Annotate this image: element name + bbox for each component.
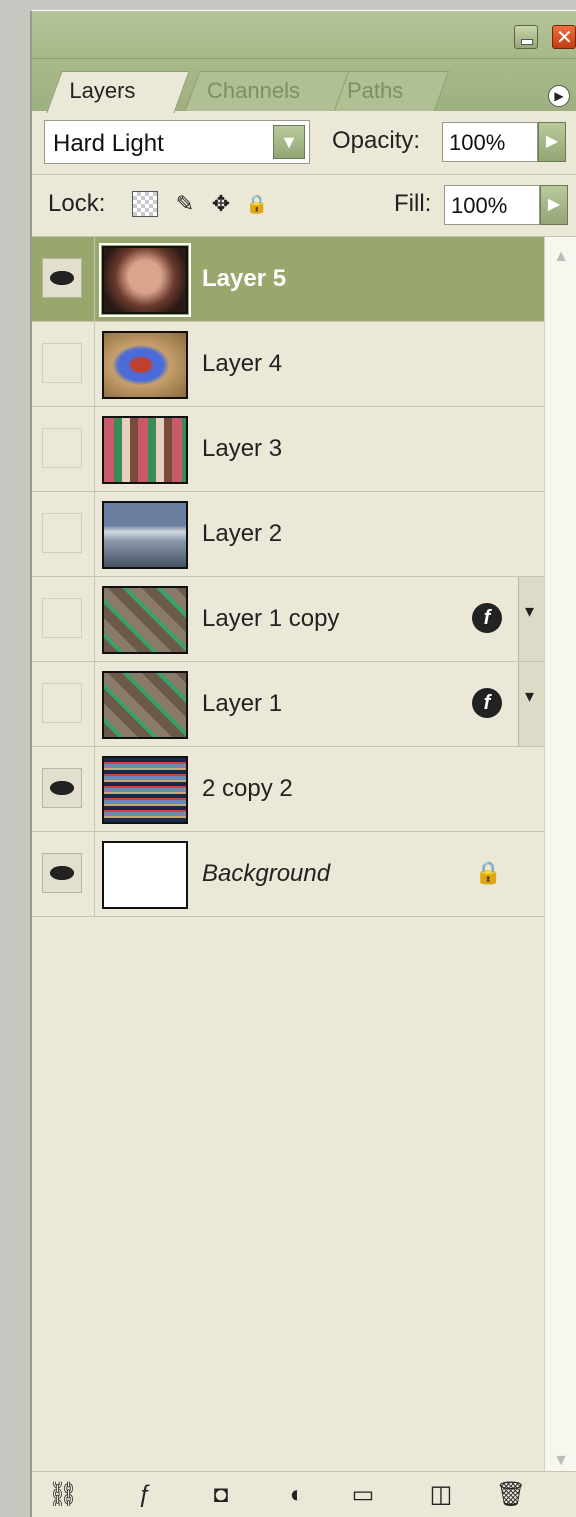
visibility-toggle[interactable] (42, 513, 82, 553)
layer-thumbnail (102, 586, 188, 654)
scroll-up-icon[interactable]: ▲ (549, 243, 573, 271)
lock-transparent-icon[interactable] (132, 191, 158, 217)
layer-row[interactable]: Layer 1 f (32, 662, 546, 747)
adjustment-layer-icon[interactable]: ◐ (280, 1478, 314, 1512)
eye-icon[interactable] (42, 258, 82, 298)
panel-tabs: Paths Channels Layers ▶ (32, 59, 576, 113)
visibility-toggle[interactable] (42, 428, 82, 468)
blend-mode-value: Hard Light (53, 130, 164, 157)
tab-layers[interactable]: Layers (46, 71, 190, 113)
layer-name[interactable]: Layer 4 (202, 350, 282, 378)
fill-input[interactable]: 100% (444, 185, 540, 225)
opacity-label: Opacity: (332, 127, 421, 154)
visibility-toggle[interactable] (42, 343, 82, 383)
effects-expand-icon[interactable] (518, 577, 546, 661)
layers-list: Layer 5 Layer 4 Layer 3 Layer 2 Layer 1 … (32, 237, 546, 917)
layer-row[interactable]: Layer 2 (32, 492, 546, 577)
fill-label: Fill: (394, 190, 432, 217)
layer-name[interactable]: Layer 1 (202, 690, 282, 718)
visibility-toggle[interactable] (42, 598, 82, 638)
eye-icon[interactable] (42, 768, 82, 808)
layer-effects-icon[interactable]: f (472, 603, 502, 633)
panel-menu-icon[interactable]: ▶ (548, 85, 570, 107)
layer-thumbnail (99, 243, 191, 317)
layers-panel: Paths Channels Layers ▶ Hard Light ▼ Opa… (30, 10, 576, 1517)
blend-row: Hard Light ▼ Opacity: 100% ▶ (32, 111, 576, 175)
layer-thumbnail (102, 671, 188, 739)
layer-row[interactable]: 2 copy 2 (32, 747, 546, 832)
layer-name[interactable]: Layer 1 copy (202, 605, 339, 633)
chevron-down-icon[interactable]: ▼ (273, 125, 305, 159)
layer-name[interactable]: Background (202, 860, 330, 888)
layer-row[interactable]: Background 🔒 (32, 832, 546, 917)
layer-thumbnail (102, 501, 188, 569)
lock-row: Lock: ✎ ✥ 🔒 Fill: 100% ▶ (32, 175, 576, 237)
opacity-slider-button[interactable]: ▶ (538, 122, 566, 162)
visibility-toggle[interactable] (42, 683, 82, 723)
layer-name[interactable]: Layer 5 (202, 265, 286, 293)
fill-slider-button[interactable]: ▶ (540, 185, 568, 225)
layer-mask-icon[interactable]: ◘ (204, 1478, 238, 1512)
lock-move-icon[interactable]: ✥ (208, 191, 234, 217)
panel-titlebar[interactable] (32, 11, 576, 59)
new-layer-icon[interactable]: ◫ (424, 1478, 458, 1512)
layer-thumbnail (102, 841, 188, 909)
effects-expand-icon[interactable] (518, 662, 546, 746)
tab-channels[interactable]: Channels (184, 71, 350, 111)
opacity-input[interactable]: 100% (442, 122, 538, 162)
lock-all-icon[interactable]: 🔒 (244, 191, 270, 217)
close-button[interactable] (552, 25, 576, 50)
layer-effects-icon[interactable]: f (472, 688, 502, 718)
layer-name[interactable]: 2 copy 2 (202, 775, 293, 803)
layer-name[interactable]: Layer 2 (202, 520, 282, 548)
new-group-icon[interactable]: ▭ (346, 1478, 380, 1512)
layer-row[interactable]: Layer 1 copy f (32, 577, 546, 662)
minimize-button[interactable] (514, 25, 538, 49)
layers-scrollbar[interactable]: ▲ ▼ (544, 237, 576, 1481)
layer-row[interactable]: Layer 4 (32, 322, 546, 407)
layer-thumbnail (102, 416, 188, 484)
blend-mode-select[interactable]: Hard Light ▼ (44, 120, 310, 164)
eye-icon[interactable] (42, 853, 82, 893)
lock-label: Lock: (48, 190, 106, 217)
lock-paint-icon[interactable]: ✎ (172, 191, 198, 217)
layer-thumbnail (102, 756, 188, 824)
layer-name[interactable]: Layer 3 (202, 435, 282, 463)
layer-thumbnail (102, 331, 188, 399)
layer-row[interactable]: Layer 5 (32, 237, 546, 322)
layer-row[interactable]: Layer 3 (32, 407, 546, 492)
link-layers-icon[interactable]: ⛓ (46, 1478, 80, 1512)
trash-icon[interactable]: 🗑 (494, 1478, 528, 1512)
layer-style-icon[interactable]: ƒ (128, 1478, 162, 1512)
lock-icon: 🔒 (474, 860, 502, 885)
layers-footer: ⛓ ƒ ◘ ◐ ▭ ◫ 🗑 (32, 1471, 576, 1517)
